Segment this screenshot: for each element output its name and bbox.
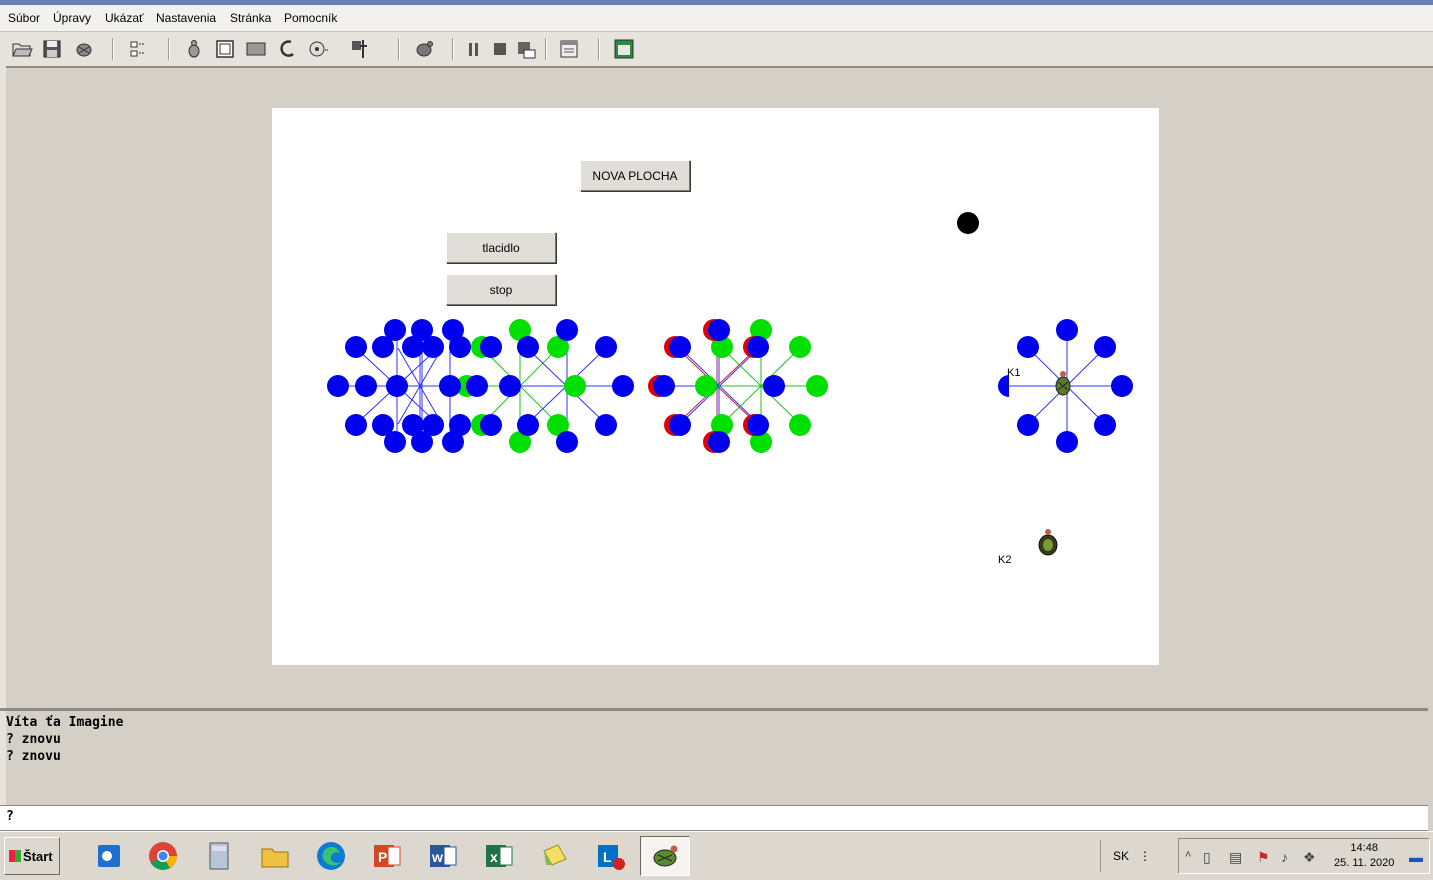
powerpoint-icon[interactable]: P <box>362 836 412 876</box>
volume-icon[interactable]: ♪ <box>1281 849 1288 865</box>
toolbar-separator <box>545 38 547 60</box>
toolbar-separator <box>598 38 600 60</box>
nova-plocha-button[interactable]: NOVA PLOCHA <box>580 160 690 191</box>
console-line: ? znovu <box>6 749 61 764</box>
toolbar-separator <box>112 38 114 60</box>
imagine-turtle-icon[interactable] <box>640 836 690 876</box>
console-line: ? znovu <box>6 732 61 747</box>
network-icon[interactable]: ▤ <box>1229 849 1242 866</box>
svg-text:w: w <box>431 849 443 865</box>
svg-text:L: L <box>603 849 612 865</box>
paint-icon[interactable] <box>275 37 299 61</box>
device-icon[interactable]: ▯ <box>1203 849 1211 866</box>
turtle-k2 <box>1038 529 1058 556</box>
toolbar-separator <box>398 38 400 60</box>
toolbar <box>0 32 1433 68</box>
clock-date: 25. 11. 2020 <box>1334 857 1395 869</box>
turtle-label-k1: K1 <box>1007 367 1021 379</box>
windows-logo-icon <box>9 850 21 862</box>
pane-divider[interactable] <box>0 708 1428 711</box>
word-icon[interactable]: w <box>418 836 468 876</box>
language-label: SK <box>1113 849 1130 863</box>
menu-stranka[interactable]: Stránka <box>230 11 271 25</box>
media-icon[interactable] <box>306 37 330 61</box>
toolbar-separator <box>168 38 170 60</box>
language-grip-icon: ⋮ <box>1139 849 1152 863</box>
start-button[interactable]: Štart <box>4 837 60 875</box>
green-window-icon[interactable] <box>612 37 636 61</box>
tlacidlo-button[interactable]: tlacidlo <box>446 232 556 263</box>
save-icon[interactable] <box>40 37 64 61</box>
show-hidden-icons-icon[interactable]: ˄ <box>1185 849 1191 861</box>
clock-time: 14:48 <box>1350 842 1378 854</box>
start-label: Štart <box>23 848 53 864</box>
toolbar-separator <box>452 38 454 60</box>
chrome-icon[interactable] <box>138 836 188 876</box>
command-line-input[interactable]: ? <box>0 805 1428 831</box>
excel-icon[interactable]: x <box>474 836 524 876</box>
menu-pomocnik[interactable]: Pomocník <box>284 11 337 25</box>
window-icon[interactable] <box>213 37 237 61</box>
svg-text:x: x <box>490 849 498 865</box>
show-desktop-icon[interactable]: ▬ <box>1409 849 1423 865</box>
stop-button[interactable]: stop <box>446 274 556 305</box>
sticky-notes-icon[interactable] <box>530 836 580 876</box>
edge-icon[interactable] <box>306 836 356 876</box>
file-explorer-icon[interactable] <box>250 836 300 876</box>
svg-text:P: P <box>378 849 387 865</box>
run-icon[interactable] <box>514 37 538 61</box>
open-folder-icon[interactable] <box>10 37 34 61</box>
turtle-label-k2: K2 <box>998 554 1012 566</box>
stop-icon[interactable] <box>488 37 512 61</box>
page-icon[interactable] <box>557 37 581 61</box>
imagine-page-canvas[interactable]: NOVA PLOCHA tlacidlo stop K1 K2 <box>272 108 1159 665</box>
taskbar: Štart P w x L SK ⋮ ˄ ▯ ▤ ⚑ ♪ ❖ ▬ 14:48 2… <box>0 831 1433 880</box>
lync-icon[interactable]: L <box>586 836 636 876</box>
pause-icon[interactable] <box>462 37 486 61</box>
tools-icon[interactable] <box>348 37 372 61</box>
menu-ukazat[interactable]: Ukázať <box>105 11 144 25</box>
layout-icon[interactable] <box>126 37 150 61</box>
menu-bar: Súbor Úpravy Ukázať Nastavenia Stránka P… <box>0 5 1433 32</box>
menu-nastavenia[interactable]: Nastavenia <box>156 11 216 25</box>
dropbox-icon[interactable]: ❖ <box>1303 849 1316 866</box>
black-ball <box>957 212 979 234</box>
turtle-bird-icon[interactable] <box>72 37 96 61</box>
turtle-add-icon[interactable] <box>182 37 206 61</box>
turtle-run-icon[interactable] <box>412 37 436 61</box>
clock[interactable]: 14:48 25. 11. 2020 <box>1334 841 1394 871</box>
menu-upravy[interactable]: Úpravy <box>53 11 91 25</box>
language-indicator[interactable]: SK ⋮ <box>1100 840 1151 872</box>
outlook-icon[interactable] <box>84 836 134 876</box>
calculator-icon[interactable] <box>194 836 244 876</box>
console-output: Víta ťa Imagine ? znovu ? znovu <box>6 714 1428 765</box>
action-center-icon[interactable]: ⚑ <box>1257 849 1270 866</box>
menu-subor[interactable]: Súbor <box>8 11 40 25</box>
rectangle-icon[interactable] <box>244 37 268 61</box>
turtle-k1 <box>1055 371 1071 396</box>
console-line: Víta ťa Imagine <box>6 715 124 730</box>
drawing-layer <box>327 212 1133 556</box>
command-prompt: ? <box>6 809 14 824</box>
